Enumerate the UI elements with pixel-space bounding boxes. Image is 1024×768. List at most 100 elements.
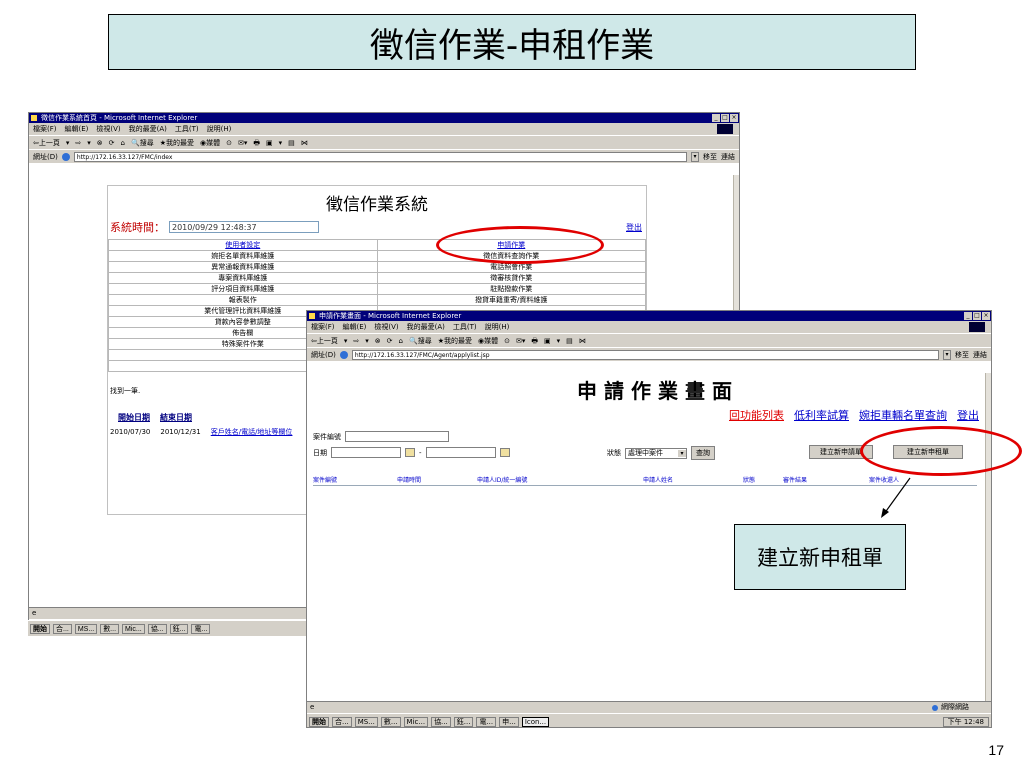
taskbar-item[interactable]: 合... [332, 716, 352, 727]
media-button[interactable]: ◉媒體 [200, 136, 220, 149]
forward-dropdown-icon[interactable]: ▾ [365, 334, 369, 347]
refresh-icon[interactable]: ⟳ [387, 334, 393, 347]
menu-view[interactable]: 檢視(V) [374, 321, 398, 333]
discuss-icon[interactable]: ▤ [288, 136, 295, 149]
taskbar-item[interactable]: 合... [53, 623, 72, 634]
date-end-input[interactable] [425, 447, 496, 458]
forward-button[interactable]: ⇨ [75, 136, 81, 149]
col-applicant-name[interactable]: 申請人姓名 [643, 475, 673, 484]
menu-edit[interactable]: 編輯(E) [65, 123, 89, 135]
back-window-titlebar[interactable]: 徵信作業系統首頁 - Microsoft Internet Explorer _… [29, 113, 739, 123]
customer-info-link[interactable]: 客戶姓名/電話/地址等欄位 [211, 427, 293, 437]
address-dropdown-icon[interactable]: ▾ [943, 349, 951, 360]
minimize-button[interactable]: _ [712, 114, 720, 122]
maximize-button[interactable]: □ [973, 312, 981, 320]
start-button[interactable]: 開始 [30, 623, 50, 634]
back-dropdown-icon[interactable]: ▾ [66, 136, 70, 149]
date-end-header[interactable]: 結束日期 [160, 412, 192, 423]
mail-icon[interactable]: ✉▾ [516, 334, 525, 347]
search-button[interactable]: 🔍搜尋 [409, 334, 432, 347]
history-icon[interactable]: ⊙ [226, 136, 232, 149]
links-button[interactable]: 連結 [973, 348, 987, 362]
print-icon[interactable]: 🖶 [253, 136, 260, 149]
calendar-icon[interactable] [405, 448, 415, 457]
close-button[interactable]: × [730, 114, 738, 122]
taskbar-item[interactable]: Mic... [403, 716, 429, 727]
minimize-button[interactable]: _ [964, 312, 972, 320]
front-window-titlebar[interactable]: 申請作業畫面 - Microsoft Internet Explorer _ □… [307, 311, 991, 321]
forward-button[interactable]: ⇨ [353, 334, 359, 347]
home-icon[interactable]: ⌂ [121, 136, 125, 149]
logout-link[interactable]: 登出 [626, 222, 642, 233]
taskbar-item[interactable]: 協... [431, 716, 451, 727]
menu-favorites[interactable]: 我的最愛(A) [129, 123, 167, 135]
messenger-icon[interactable]: ⋈ [301, 136, 308, 149]
col-status[interactable]: 狀態 [743, 475, 755, 484]
forward-dropdown-icon[interactable]: ▾ [87, 136, 91, 149]
back-button[interactable]: ⇦上一頁 [311, 334, 338, 347]
home-icon[interactable]: ⌂ [399, 334, 403, 347]
menu-item-left[interactable]: 專案資料庫維護 [108, 272, 378, 284]
taskbar-item[interactable]: 數... [100, 623, 120, 634]
menu-item-left[interactable]: 婉拒名單資料庫維護 [108, 250, 378, 262]
menu-edit[interactable]: 編輯(E) [343, 321, 367, 333]
menu-item-right[interactable]: 徵審核貸作業 [376, 272, 646, 284]
taskbar-item[interactable]: 數... [380, 716, 401, 727]
address-dropdown-icon[interactable]: ▾ [691, 151, 699, 162]
taskbar-item[interactable]: MS... [74, 623, 98, 634]
query-button[interactable]: 查詢 [691, 446, 715, 460]
col-review-result[interactable]: 審件結果 [783, 475, 807, 484]
start-button[interactable]: 開始 [309, 716, 329, 727]
menu-help[interactable]: 說明(H) [207, 123, 232, 135]
nav-function-list-link[interactable]: 回功能列表 [729, 407, 784, 423]
taskbar-item-active[interactable]: Icon... [521, 716, 550, 727]
nav-low-rate-calc-link[interactable]: 低利率試算 [794, 407, 849, 423]
search-button[interactable]: 🔍搜尋 [131, 136, 154, 149]
maximize-button[interactable]: □ [721, 114, 729, 122]
col-applicant-id[interactable]: 申請人ID/統一編號 [477, 475, 527, 484]
taskbar-item[interactable]: Mic... [122, 623, 145, 634]
vertical-scrollbar[interactable] [985, 373, 991, 701]
taskbar-item[interactable]: 協... [147, 623, 167, 634]
col-apply-time[interactable]: 申請時間 [397, 475, 421, 484]
taskbar-item[interactable]: 電... [476, 716, 497, 727]
taskbar-item[interactable]: 鈺... [453, 716, 474, 727]
taskbar-item[interactable]: MS... [354, 716, 378, 727]
nav-logout-link[interactable]: 登出 [957, 407, 979, 423]
close-button[interactable]: × [982, 312, 990, 320]
menu-item-left[interactable]: 報表製作 [108, 294, 378, 306]
favorites-button[interactable]: ★我的最愛 [160, 136, 194, 149]
menu-item-left[interactable]: 評分項目資料庫維護 [108, 283, 378, 295]
menu-favorites[interactable]: 我的最愛(A) [407, 321, 445, 333]
links-button[interactable]: 連結 [721, 150, 735, 164]
menu-item-left[interactable]: 異常通報資料庫維護 [108, 261, 378, 273]
menu-file[interactable]: 檔案(F) [311, 321, 335, 333]
back-button[interactable]: ⇦上一頁 [33, 136, 60, 149]
taskbar-item[interactable]: 鈺... [169, 623, 189, 634]
system-time-field[interactable]: 2010/09/29 12:48:37 [169, 221, 319, 233]
edit-icon[interactable]: ▣ [266, 136, 273, 149]
stop-icon[interactable]: ⊗ [375, 334, 381, 347]
menu-tools[interactable]: 工具(T) [175, 123, 199, 135]
date-start-input[interactable] [331, 447, 401, 458]
calendar-icon[interactable] [499, 448, 510, 457]
favorites-button[interactable]: ★我的最愛 [438, 334, 472, 347]
status-select[interactable]: 處理中案件 ▾ [625, 447, 687, 459]
edit-dropdown-icon[interactable]: ▾ [557, 334, 561, 347]
menu-tools[interactable]: 工具(T) [453, 321, 477, 333]
edit-icon[interactable]: ▣ [544, 334, 551, 347]
refresh-icon[interactable]: ⟳ [109, 136, 115, 149]
media-button[interactable]: ◉媒體 [478, 334, 498, 347]
case-no-input[interactable] [345, 431, 449, 442]
menu-file[interactable]: 檔案(F) [33, 123, 57, 135]
address-input[interactable]: http://172.16.33.127/FMC/index [73, 151, 687, 162]
col-case-no[interactable]: 案件編號 [313, 475, 337, 484]
menu-view[interactable]: 檢視(V) [96, 123, 120, 135]
stop-icon[interactable]: ⊗ [97, 136, 103, 149]
go-button[interactable]: 移至 [955, 348, 969, 362]
go-button[interactable]: 移至 [703, 150, 717, 164]
print-icon[interactable]: 🖶 [531, 334, 538, 347]
date-start-header[interactable]: 開始日期 [118, 412, 150, 423]
mail-icon[interactable]: ✉▾ [238, 136, 247, 149]
taskbar-item[interactable]: 申... [499, 716, 519, 727]
